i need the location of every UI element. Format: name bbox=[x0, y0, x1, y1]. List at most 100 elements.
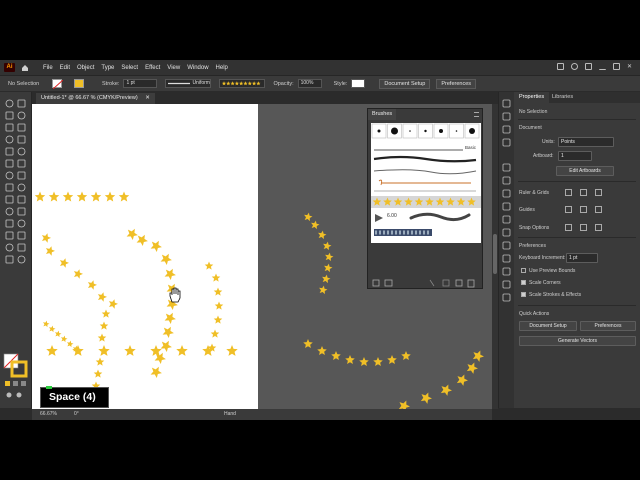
libraries-panel-icon[interactable] bbox=[502, 125, 511, 134]
color-panel-icon[interactable] bbox=[502, 138, 511, 147]
quick-preferences-button[interactable]: Preferences bbox=[580, 321, 636, 331]
stroke-panel-icon[interactable] bbox=[502, 215, 511, 224]
perspective-tool-icon[interactable] bbox=[17, 195, 26, 204]
grid-icon[interactable] bbox=[580, 189, 587, 196]
type-tool-icon[interactable] bbox=[5, 135, 14, 144]
scale-corners-checkbox[interactable] bbox=[521, 280, 526, 285]
edit-artboards-button[interactable]: Edit Artboards bbox=[556, 166, 614, 176]
menu-select[interactable]: Select bbox=[121, 65, 138, 71]
eraser-tool-icon[interactable] bbox=[17, 159, 26, 168]
menu-view[interactable]: View bbox=[167, 65, 180, 71]
preferences-button[interactable]: Preferences bbox=[436, 78, 477, 89]
align-panel-icon[interactable] bbox=[502, 267, 511, 276]
stroke-weight-field[interactable]: 1 pt bbox=[123, 79, 158, 88]
lock-guides-icon[interactable] bbox=[580, 206, 587, 213]
document-setup-button[interactable]: Document Setup bbox=[379, 78, 431, 89]
slice-tool-icon[interactable] bbox=[17, 243, 26, 252]
pen-tool-icon[interactable] bbox=[5, 123, 14, 132]
swatches-panel-icon[interactable] bbox=[502, 163, 511, 172]
curvature-tool-icon[interactable] bbox=[17, 123, 26, 132]
line-tool-icon[interactable] bbox=[17, 135, 26, 144]
home-icon[interactable] bbox=[21, 64, 29, 72]
brushes-panel-icon[interactable] bbox=[502, 176, 511, 185]
properties-panel-icon[interactable] bbox=[502, 99, 511, 108]
none-mode-icon[interactable] bbox=[21, 381, 26, 386]
graphic-styles-icon[interactable] bbox=[502, 202, 511, 211]
smart-guides-icon[interactable] bbox=[595, 206, 602, 213]
rotation-value[interactable]: 0° bbox=[74, 411, 79, 417]
workspace-icon[interactable] bbox=[585, 63, 592, 70]
graphic-style-swatch[interactable] bbox=[351, 79, 366, 88]
guides-visibility-icon[interactable] bbox=[565, 206, 572, 213]
transform-panel-icon[interactable] bbox=[502, 293, 511, 302]
menu-effect[interactable]: Effect bbox=[145, 65, 160, 71]
close-tab-icon[interactable]: ✕ bbox=[145, 95, 150, 101]
transparency-grid-icon[interactable] bbox=[595, 189, 602, 196]
artboard-tool-icon[interactable] bbox=[5, 243, 14, 252]
rotate-tool-icon[interactable] bbox=[5, 171, 14, 180]
restore-icon[interactable] bbox=[613, 63, 620, 70]
brushes-panel-tab[interactable]: Brushes bbox=[368, 109, 397, 120]
units-dropdown[interactable]: Points bbox=[558, 137, 614, 147]
hand-tool-icon[interactable] bbox=[5, 255, 14, 264]
brush-definition-dropdown[interactable] bbox=[219, 79, 266, 88]
menu-help[interactable]: Help bbox=[216, 65, 228, 71]
vertical-scroll-thumb[interactable] bbox=[493, 234, 497, 274]
shape-builder-tool-icon[interactable] bbox=[5, 195, 14, 204]
scale-tool-icon[interactable] bbox=[17, 171, 26, 180]
layers-panel-icon[interactable] bbox=[502, 112, 511, 121]
fill-swatch[interactable] bbox=[52, 79, 63, 89]
blend-tool-icon[interactable] bbox=[17, 219, 26, 228]
variable-width-profile[interactable]: Uniform bbox=[165, 79, 212, 88]
document-tab[interactable]: Untitled-1* @ 66.67 % (CMYK/Preview) ✕ bbox=[36, 93, 155, 104]
keyboard-increment-field[interactable]: 1 pt bbox=[566, 253, 598, 263]
generate-vectors-button[interactable]: Generate Vectors bbox=[519, 336, 636, 346]
opacity-field[interactable]: 100% bbox=[297, 79, 322, 88]
close-icon[interactable]: ✕ bbox=[627, 63, 634, 70]
appearance-panel-icon[interactable] bbox=[502, 254, 511, 263]
artboard-dropdown[interactable]: 1 bbox=[558, 151, 592, 161]
rectangle-tool-icon[interactable] bbox=[5, 147, 14, 156]
menu-object[interactable]: Object bbox=[77, 65, 94, 71]
stroke-swatch[interactable] bbox=[74, 79, 84, 88]
magic-wand-tool-icon[interactable] bbox=[5, 111, 14, 120]
zoom-level[interactable]: 66.67% bbox=[40, 411, 57, 417]
scale-strokes-checkbox[interactable] bbox=[521, 292, 526, 297]
panel-menu-icon[interactable] bbox=[474, 112, 479, 117]
share-icon[interactable] bbox=[557, 63, 564, 70]
pathfinder-panel-icon[interactable] bbox=[502, 280, 511, 289]
tab-properties[interactable]: Properties bbox=[514, 92, 550, 103]
gradient-panel-icon[interactable] bbox=[502, 228, 511, 237]
color-mode-icon[interactable] bbox=[5, 381, 10, 386]
menu-window[interactable]: Window bbox=[187, 65, 208, 71]
width-tool-icon[interactable] bbox=[5, 183, 14, 192]
shaper-tool-icon[interactable] bbox=[5, 159, 14, 168]
snap-to-glyph-icon[interactable] bbox=[595, 224, 602, 231]
screen-mode-icon[interactable] bbox=[16, 392, 22, 398]
selection-tool-icon[interactable] bbox=[5, 99, 14, 108]
gradient-tool-icon[interactable] bbox=[17, 207, 26, 216]
eyedropper-tool-icon[interactable] bbox=[5, 219, 14, 228]
menu-file[interactable]: File bbox=[43, 65, 53, 71]
draw-normal-icon[interactable] bbox=[6, 392, 12, 398]
search-icon[interactable] bbox=[571, 63, 578, 70]
minimize-icon[interactable] bbox=[599, 63, 606, 70]
zoom-tool-icon[interactable] bbox=[17, 255, 26, 264]
menu-edit[interactable]: Edit bbox=[60, 65, 70, 71]
direct-selection-tool-icon[interactable] bbox=[17, 99, 26, 108]
graph-tool-icon[interactable] bbox=[17, 231, 26, 240]
symbols-panel-icon[interactable] bbox=[502, 189, 511, 198]
mesh-tool-icon[interactable] bbox=[5, 207, 14, 216]
transparency-panel-icon[interactable] bbox=[502, 241, 511, 250]
menu-type[interactable]: Type bbox=[101, 65, 114, 71]
ruler-icon[interactable] bbox=[565, 189, 572, 196]
use-preview-bounds-checkbox[interactable] bbox=[521, 268, 526, 273]
free-transform-tool-icon[interactable] bbox=[17, 183, 26, 192]
snap-to-pixel-icon[interactable] bbox=[580, 224, 587, 231]
symbol-sprayer-tool-icon[interactable] bbox=[5, 231, 14, 240]
snap-to-point-icon[interactable] bbox=[565, 224, 572, 231]
paintbrush-tool-icon[interactable] bbox=[17, 147, 26, 156]
quick-document-setup-button[interactable]: Document Setup bbox=[519, 321, 577, 331]
gradient-mode-icon[interactable] bbox=[13, 381, 18, 386]
lasso-tool-icon[interactable] bbox=[17, 111, 26, 120]
